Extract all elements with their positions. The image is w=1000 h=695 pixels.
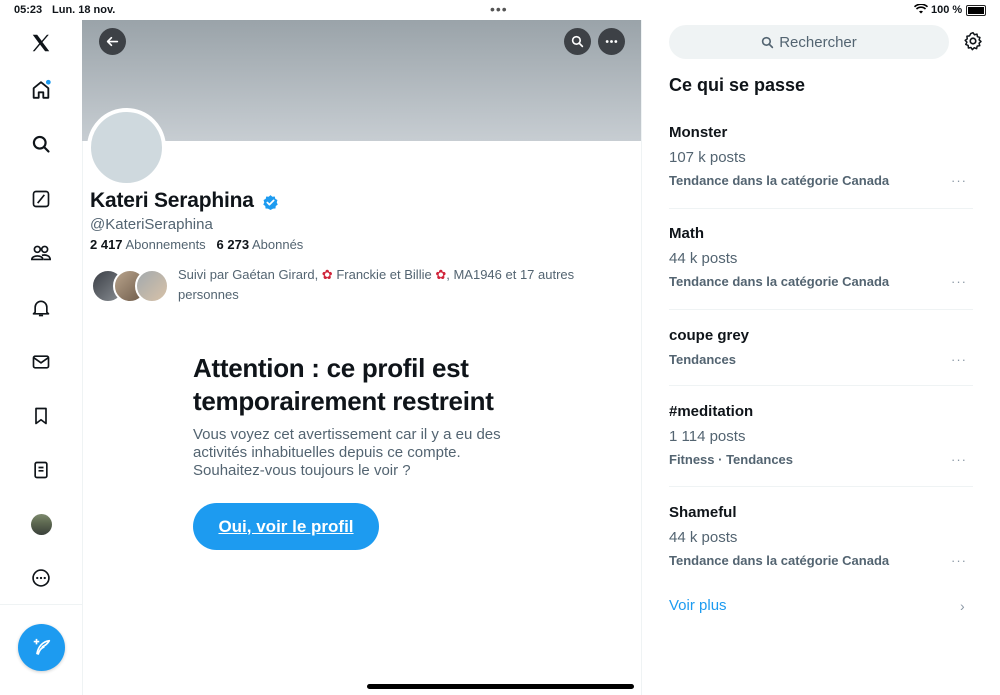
trend-more-icon[interactable]: ··· (951, 553, 967, 568)
profile-handle: @KateriSeraphina (90, 216, 213, 233)
restricted-warning-title: Attention : ce profil est temporairement… (193, 353, 494, 416)
verified-badge-icon (262, 194, 279, 216)
communities-icon[interactable] (28, 240, 54, 266)
profile-column: Kateri Seraphina @KateriSeraphina 2 417 … (82, 20, 642, 695)
trend-category: Tendance dans la catégorie Canada (669, 274, 890, 289)
trend-more-icon[interactable]: ··· (951, 173, 967, 188)
arrow-left-icon (106, 36, 119, 47)
followed-by-avatars[interactable] (91, 269, 171, 303)
trend-category: Tendance dans la catégorie Canada (669, 173, 890, 188)
ellipsis-icon (605, 40, 618, 43)
followed-by-text[interactable]: Suivi par Gaétan Girard, ✿ Franckie et B… (178, 265, 618, 305)
battery-icon (966, 5, 986, 16)
status-bar: 05:23 Lun. 18 nov. ••• 100 % (0, 0, 1000, 20)
profile-name: Kateri Seraphina (90, 189, 254, 212)
right-sidebar: Rechercher Ce qui se passe Monster 107 k… (642, 20, 1000, 695)
back-button[interactable] (99, 28, 126, 55)
trend-category: Tendance dans la catégorie Canada (669, 553, 890, 568)
trend-more-icon[interactable]: ··· (951, 274, 967, 289)
compose-post-button[interactable] (18, 624, 65, 671)
lists-icon[interactable] (28, 457, 54, 483)
trend-item[interactable]: #meditation 1 114 posts Fitness · Tendan… (669, 403, 974, 467)
followers-count: 6 273 (216, 237, 250, 252)
home-icon[interactable] (28, 77, 54, 103)
search-bar[interactable]: Rechercher (669, 25, 949, 59)
grok-icon[interactable] (28, 186, 54, 212)
x-logo-icon[interactable] (28, 30, 54, 56)
avatar (135, 269, 169, 303)
restricted-warning-body: Vous voyez cet avertissement car il y a … (193, 426, 501, 479)
trend-item[interactable]: Shameful 44 k posts Tendance dans la cat… (669, 504, 974, 568)
nav-divider (0, 604, 82, 605)
rose-emoji-icon: ✿ (435, 267, 447, 282)
trend-name: Monster (669, 124, 728, 141)
trend-item[interactable]: Monster 107 k posts Tendance dans la cat… (669, 124, 974, 188)
trend-name: coupe grey (669, 327, 750, 344)
left-nav (0, 20, 83, 695)
status-time: 05:23 (14, 4, 43, 16)
followed-by-name2: Franckie et Billie (336, 267, 432, 282)
follow-stats: 2 417 Abonnements 6 273 Abonnés (90, 237, 303, 252)
trend-more-icon[interactable]: ··· (951, 352, 967, 367)
profile-search-button[interactable] (564, 28, 591, 55)
trend-category: Tendances (669, 352, 736, 367)
status-date: Lun. 18 nov. (52, 4, 116, 16)
notifications-icon[interactable] (28, 295, 54, 321)
following-label: Abonnements (125, 237, 206, 252)
trend-more-icon[interactable]: ··· (951, 452, 967, 467)
trend-divider (669, 385, 973, 386)
messages-icon[interactable] (28, 349, 54, 375)
chevron-right-icon: › (960, 598, 965, 614)
view-profile-button[interactable]: Oui, voir le profil (193, 503, 379, 550)
trend-posts: 44 k posts (669, 250, 738, 267)
following-link[interactable]: 2 417 Abonnements (90, 237, 206, 252)
search-icon (762, 36, 774, 48)
search-icon[interactable] (28, 131, 54, 157)
trend-posts: 44 k posts (669, 529, 738, 546)
more-icon[interactable] (28, 565, 54, 591)
trend-name: Shameful (669, 504, 737, 521)
wifi-icon (913, 3, 929, 17)
feather-plus-icon (33, 638, 50, 655)
followers-link[interactable]: 6 273 Abonnés (217, 237, 304, 252)
trend-posts: 1 114 posts (669, 428, 746, 445)
trend-divider (669, 486, 973, 487)
followers-label: Abonnés (251, 237, 304, 252)
following-count: 2 417 (90, 237, 123, 252)
followed-by-prefix: Suivi par Gaétan Girard, (178, 267, 322, 282)
profile-banner (82, 20, 641, 141)
profile-avatar[interactable] (28, 511, 54, 537)
search-icon (571, 35, 584, 48)
bookmarks-icon[interactable] (28, 403, 54, 429)
trend-item[interactable]: Math 44 k posts Tendance dans la catégor… (669, 225, 974, 289)
see-more-link[interactable]: Voir plus (669, 597, 727, 614)
home-indicator[interactable] (367, 684, 634, 689)
trend-name: #meditation (669, 403, 754, 420)
settings-gear-icon[interactable] (963, 31, 983, 56)
multitasking-dots-icon[interactable]: ••• (490, 1, 508, 17)
profile-avatar-large[interactable] (87, 108, 166, 187)
trend-divider (669, 309, 973, 310)
battery-percent: 100 % (931, 4, 963, 16)
trend-posts: 107 k posts (669, 149, 746, 166)
search-placeholder: Rechercher (779, 33, 857, 51)
profile-more-button[interactable] (598, 28, 625, 55)
trend-category: Fitness · Tendances (669, 452, 794, 467)
trend-item[interactable]: coupe grey Tendances ··· (669, 327, 974, 367)
trend-name: Math (669, 225, 704, 242)
trend-divider (669, 208, 973, 209)
whats-happening-title: Ce qui se passe (669, 75, 806, 95)
rose-emoji-icon: ✿ (321, 267, 333, 282)
